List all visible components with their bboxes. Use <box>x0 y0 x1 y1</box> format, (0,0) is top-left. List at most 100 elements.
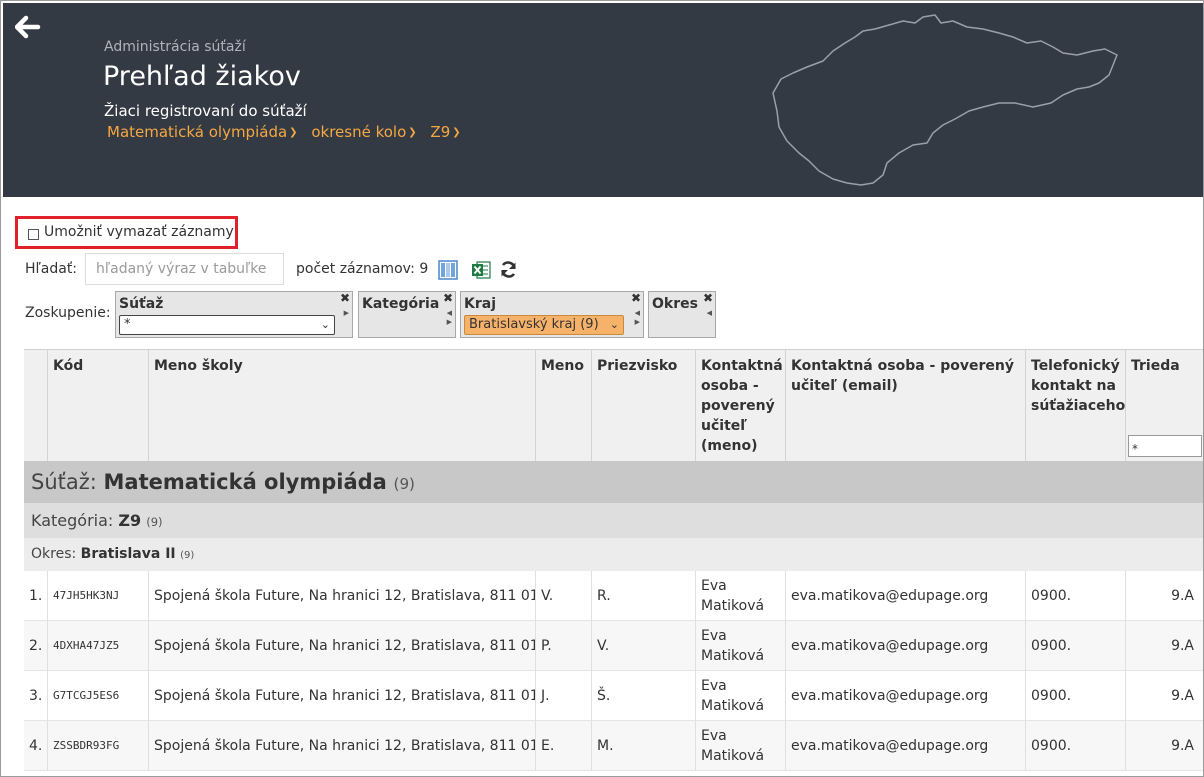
contact-name: Eva Matiková <box>696 671 786 720</box>
column-header-school[interactable]: Meno školy <box>149 350 536 461</box>
chevron-down-icon: ⌄ <box>320 318 330 331</box>
column-header-class[interactable]: Trieda * <box>1126 350 1203 461</box>
column-header-last-name[interactable]: Priezvisko <box>592 350 696 461</box>
class-filter-input[interactable]: * <box>1128 435 1202 457</box>
student-code: ZSSBDR93FG <box>48 721 149 770</box>
table-row[interactable]: 1. 47JH5HK3NJ Spojená škola Future, Na h… <box>24 571 1203 621</box>
school-name: Spojená škola Future, Na hranici 12, Bra… <box>149 621 536 670</box>
breadcrumb: Matematická olympiáda ❯ okresné kolo ❯ Z9 ❯ <box>107 123 470 141</box>
contact-email: eva.matikova@edupage.org <box>786 671 1026 720</box>
group-box-category[interactable]: Kategória ✖ ◀ ▶ <box>358 291 456 338</box>
column-header-code[interactable]: Kód <box>48 350 149 461</box>
arrows-icon[interactable]: ◀ ▶ <box>635 309 640 327</box>
contact-name: Eva Matiková <box>696 571 786 620</box>
class: 9.A <box>1126 571 1203 620</box>
close-icon[interactable]: ✖ <box>631 291 641 305</box>
class: 9.A <box>1126 621 1203 670</box>
allow-delete-checkbox[interactable] <box>28 229 39 240</box>
group-row-competition[interactable]: Súťaž: Matematická olympiáda (9) <box>24 461 1203 503</box>
column-header-first-name[interactable]: Meno <box>536 350 592 461</box>
chevron-down-icon: ❯ <box>408 127 417 138</box>
allow-delete-label: Umožniť vymazať záznamy <box>44 224 234 240</box>
contact-email: eva.matikova@edupage.org <box>786 571 1026 620</box>
arrow-right-icon[interactable]: ▶ <box>344 309 349 318</box>
contact-email: eva.matikova@edupage.org <box>786 621 1026 670</box>
group-box-label: Súťaž <box>119 296 164 312</box>
class: 9.A <box>1126 671 1203 720</box>
breadcrumb-round[interactable]: okresné kolo ❯ <box>311 123 416 141</box>
contact-email: eva.matikova@edupage.org <box>786 721 1026 770</box>
columns-icon[interactable] <box>438 260 458 280</box>
student-code: G7TCGJ5ES6 <box>48 671 149 720</box>
group-value: Z9 <box>118 511 142 530</box>
row-number: 1. <box>24 571 48 620</box>
row-number: 3. <box>24 671 48 720</box>
column-header-index <box>24 350 48 461</box>
group-count: (9) <box>180 550 195 561</box>
allow-delete-toggle[interactable]: Umožniť vymazať záznamy <box>15 216 238 249</box>
search-input[interactable] <box>85 253 284 285</box>
phone: 0900. <box>1026 571 1126 620</box>
page-description: Žiaci registrovaní do súťaží <box>104 102 307 120</box>
group-select-competition[interactable]: * ⌄ <box>119 315 335 335</box>
back-arrow-icon[interactable] <box>15 15 41 41</box>
phone: 0900. <box>1026 621 1126 670</box>
group-box-competition[interactable]: Súťaž ✖ ▶ * ⌄ <box>115 291 353 338</box>
group-box-label: Okres <box>652 296 698 312</box>
arrows-icon[interactable]: ◀ ▶ <box>447 309 452 327</box>
search-label: Hľadať: <box>25 261 78 277</box>
excel-export-icon[interactable] <box>471 260 491 280</box>
column-header-contact-email[interactable]: Kontaktná osoba - poverený učiteľ (email… <box>786 350 1026 461</box>
grouping-label: Zoskupenie: <box>25 305 111 321</box>
group-box-region[interactable]: Kraj ✖ ◀ ▶ Bratislavský kraj (9) ⌄ <box>460 291 644 338</box>
page-frame: Administrácia súťaží Prehľad žiakov Žiac… <box>0 0 1204 777</box>
breadcrumb-competition[interactable]: Matematická olympiáda ❯ <box>107 123 298 141</box>
group-row-district[interactable]: Okres: Bratislava II (9) <box>24 538 1203 571</box>
row-number: 2. <box>24 621 48 670</box>
chevron-down-icon: ❯ <box>289 127 298 138</box>
group-value: Bratislava II <box>80 546 176 562</box>
student-code: 47JH5HK3NJ <box>48 571 149 620</box>
contact-name: Eva Matiková <box>696 621 786 670</box>
group-count: (9) <box>393 475 415 493</box>
arrow-left-icon[interactable]: ◀ <box>707 309 712 318</box>
table-row[interactable]: 4. ZSSBDR93FG Spojená škola Future, Na h… <box>24 721 1203 771</box>
close-icon[interactable]: ✖ <box>340 291 350 305</box>
school-name: Spojená škola Future, Na hranici 12, Bra… <box>149 721 536 770</box>
table-row[interactable]: 3. G7TCGJ5ES6 Spojená škola Future, Na h… <box>24 671 1203 721</box>
page-subtitle: Administrácia súťaží <box>104 39 246 55</box>
record-count: počet záznamov: 9 <box>296 261 429 277</box>
last-name: M. <box>592 721 696 770</box>
table-header: Kód Meno školy Meno Priezvisko Kontaktná… <box>24 349 1203 463</box>
column-header-phone[interactable]: Telefonický kontakt na súťažiaceho <box>1026 350 1126 461</box>
table-row[interactable]: 2. 4DXHA47JZ5 Spojená škola Future, Na h… <box>24 621 1203 671</box>
group-select-region[interactable]: Bratislavský kraj (9) ⌄ <box>464 315 624 335</box>
school-name: Spojená škola Future, Na hranici 12, Bra… <box>149 571 536 620</box>
school-name: Spojená škola Future, Na hranici 12, Bra… <box>149 671 536 720</box>
group-box-district[interactable]: Okres ✖ ◀ <box>648 291 716 338</box>
last-name: V. <box>592 621 696 670</box>
group-row-category[interactable]: Kategória: Z9 (9) <box>24 503 1203 538</box>
chevron-down-icon: ⌄ <box>609 318 619 331</box>
group-box-label: Kraj <box>464 296 496 312</box>
breadcrumb-category[interactable]: Z9 ❯ <box>430 123 460 141</box>
student-code: 4DXHA47JZ5 <box>48 621 149 670</box>
page-title: Prehľad žiakov <box>103 61 301 92</box>
column-header-contact-name[interactable]: Kontaktná osoba - poverený učiteľ (meno) <box>696 350 786 461</box>
group-count: (9) <box>146 515 163 529</box>
phone: 0900. <box>1026 721 1126 770</box>
page-header: Administrácia súťaží Prehľad žiakov Žiac… <box>3 3 1203 197</box>
last-name: R. <box>592 571 696 620</box>
first-name: J. <box>536 671 592 720</box>
chevron-down-icon: ❯ <box>452 127 461 138</box>
close-icon[interactable]: ✖ <box>443 291 453 305</box>
first-name: E. <box>536 721 592 770</box>
row-number: 4. <box>24 721 48 770</box>
phone: 0900. <box>1026 671 1126 720</box>
close-icon[interactable]: ✖ <box>703 291 713 305</box>
refresh-icon[interactable] <box>499 260 518 279</box>
first-name: V. <box>536 571 592 620</box>
contact-name: Eva Matiková <box>696 721 786 770</box>
group-value: Matematická olympiáda <box>103 470 387 494</box>
class: 9.A <box>1126 721 1203 770</box>
